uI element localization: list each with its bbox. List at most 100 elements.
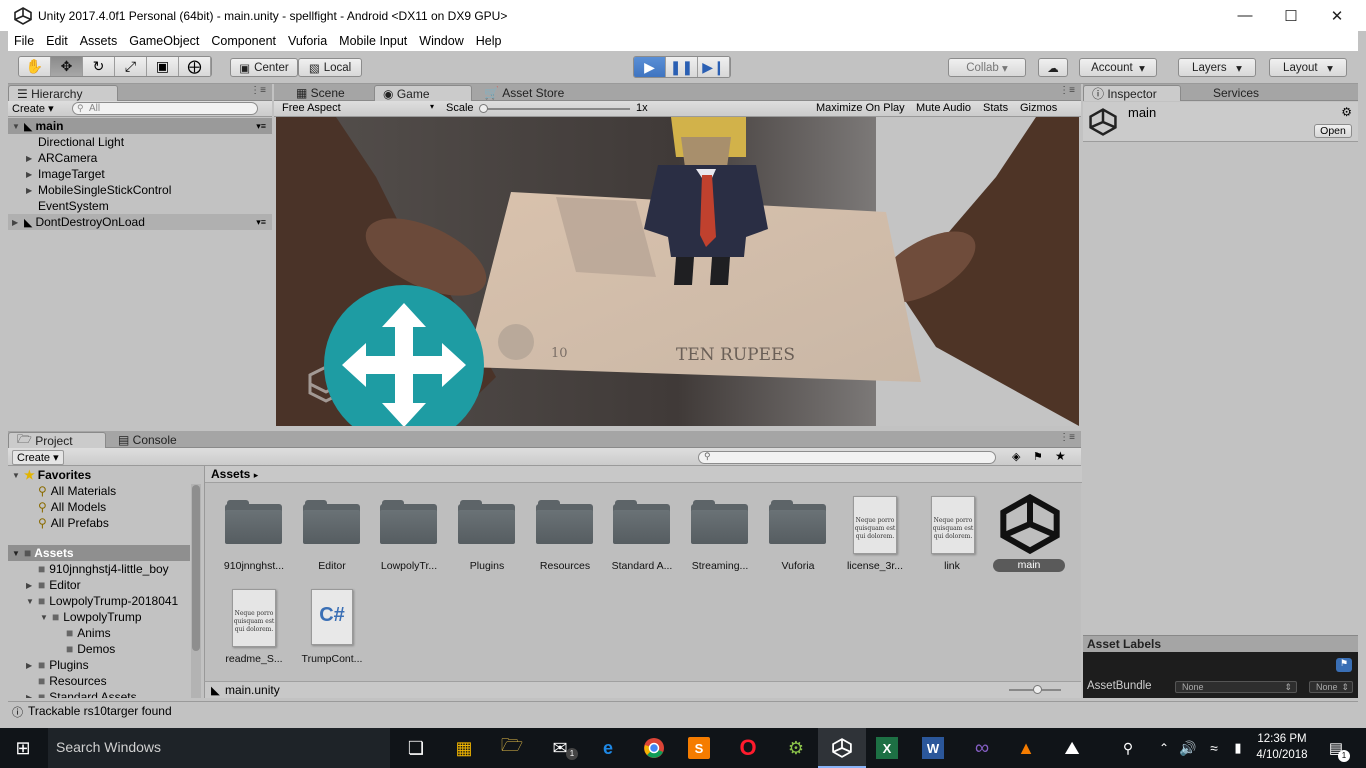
expand-triangle-icon[interactable]: ▼ [40,613,52,622]
task-view-icon[interactable]: ❏ [402,734,430,762]
minimize-button[interactable]: — [1222,0,1268,31]
word-icon[interactable]: W [922,737,944,759]
folder-asset[interactable] [536,500,594,544]
cloud-icon[interactable]: ☁ [1038,58,1068,77]
taskbar-search-input[interactable]: Search Windows [48,728,390,768]
menu-assets[interactable]: Assets [80,34,118,48]
menu-file[interactable]: File [14,34,34,48]
folder-asset[interactable] [225,500,283,544]
folder-asset[interactable] [380,500,438,544]
collapsed-triangle-icon[interactable]: ▶ [26,186,38,195]
tree-folder[interactable]: ▶ ■ Editor [26,577,81,593]
expand-triangle-icon[interactable]: ▼ [26,597,38,606]
account-dropdown[interactable]: Account ▾ [1079,58,1157,77]
scene-menu-icon[interactable]: ▾≡ [256,217,266,228]
scale-slider-thumb[interactable] [479,104,488,113]
panel-menu-icon[interactable]: ⋮≡ [250,85,266,96]
settings-gear-icon[interactable]: ⚙ [1341,105,1352,119]
hierarchy-create-button[interactable]: Create ▾ [12,102,54,115]
clock-date[interactable]: 4/10/2018 [1252,749,1312,761]
scene-menu-icon[interactable]: ▾≡ [256,121,266,132]
pause-icon[interactable]: ❚❚ [666,57,698,77]
maximize-button[interactable]: ☐ [1268,0,1314,31]
clock-time[interactable]: 12:36 PM [1252,733,1312,745]
panel-menu-icon[interactable]: ⋮≡ [1059,85,1075,96]
favorite-star-icon[interactable]: ★ [1055,449,1066,463]
assetbundle-variant-dropdown[interactable]: None ⇕ [1309,681,1353,693]
project-search-input[interactable]: ⚲ [698,451,996,464]
maximize-on-play-toggle[interactable]: Maximize On Play [816,102,905,114]
battery-icon[interactable]: ▮ [1224,734,1252,762]
text-document-icon[interactable]: Neque porro quisquam est qui dolorem. [931,496,975,554]
rect-tool-icon[interactable]: ▣ [147,57,179,76]
open-button[interactable]: Open [1314,124,1352,138]
tree-folder[interactable]: ■ Anims [66,625,111,641]
android-studio-icon[interactable]: ⚙ [782,734,810,762]
hand-tool-icon[interactable]: ✋ [19,57,51,76]
hierarchy-item[interactable]: EventSystem [38,198,109,214]
tree-folder[interactable]: ■ Demos [66,641,115,657]
photos-icon[interactable]: ⛰ [1058,734,1086,762]
aspect-dropdown[interactable]: Free Aspect [282,102,341,114]
store-icon[interactable]: ▦ [450,734,478,762]
pivot-center-button[interactable]: ▣ Center [230,58,298,77]
folder-asset[interactable] [613,500,671,544]
tree-folder[interactable]: ■ 910jnnghstj4-little_boy [38,561,169,577]
move-tool-icon[interactable]: ✥ [51,57,83,76]
collapsed-triangle-icon[interactable]: ▶ [26,661,38,670]
favorite-item[interactable]: ⚲ All Models [38,499,106,515]
tab-hierarchy[interactable]: ☰ Hierarchy [8,85,118,101]
menu-gameobject[interactable]: GameObject [129,34,199,48]
menu-edit[interactable]: Edit [46,34,68,48]
project-create-button[interactable]: Create ▾ [12,450,64,465]
people-icon[interactable]: ⚲ [1114,734,1142,762]
folder-asset[interactable] [458,500,516,544]
unity-taskbar-button[interactable] [818,728,866,768]
collapsed-triangle-icon[interactable]: ▶ [12,218,24,227]
sublime-text-icon[interactable]: S [688,737,710,759]
layers-dropdown[interactable]: Layers ▾ [1178,58,1256,77]
menu-vuforia[interactable]: Vuforia [288,34,327,48]
text-document-icon[interactable]: Neque porro quisquam est qui dolorem. [853,496,897,554]
collab-button[interactable]: Collab ▾ [948,58,1026,77]
folder-asset[interactable] [691,500,749,544]
status-message[interactable]: Trackable rs10targer found [28,704,172,718]
favorites-row[interactable]: ▼ ★ Favorites [12,467,91,483]
tab-console[interactable]: ▤ Console [110,432,185,448]
tab-project[interactable]: 🗁 Project [8,432,106,448]
volume-icon[interactable]: 🔊 [1174,734,1202,762]
menu-mobile-input[interactable]: Mobile Input [339,34,407,48]
scene-row[interactable]: ▼ ◣ main ▾≡ [8,118,272,134]
hierarchy-item[interactable]: ▶ MobileSingleStickControl [26,182,171,198]
hierarchy-search-input[interactable]: ⚲ All [72,102,258,115]
tree-scrollbar-thumb[interactable] [192,485,200,651]
folder-asset[interactable] [303,500,361,544]
icon-size-slider-thumb[interactable] [1033,685,1042,694]
stats-toggle[interactable]: Stats [983,102,1008,114]
opera-icon[interactable]: O [734,734,762,762]
menu-window[interactable]: Window [419,34,463,48]
folder-asset[interactable] [769,500,827,544]
tab-inspector[interactable]: ⓘ Inspector [1083,85,1181,101]
edge-browser-icon[interactable]: e [594,734,622,762]
expand-triangle-icon[interactable]: ▼ [12,549,24,558]
windows-start-icon[interactable]: ⊞ [9,734,37,762]
vlc-icon[interactable]: ▲ [1012,734,1040,762]
tree-folder[interactable]: ▼ ■ LowpolyTrump-2018041 [26,593,178,609]
expand-triangle-icon[interactable]: ▼ [12,471,24,480]
unity-scene-asset-icon[interactable] [1000,494,1060,554]
favorite-item[interactable]: ⚲ All Materials [38,483,116,499]
tree-folder[interactable]: ▶ ■ Standard Assets [26,689,137,698]
tab-services[interactable]: Services [1205,85,1267,101]
mute-audio-toggle[interactable]: Mute Audio [916,102,971,114]
filter-label-icon[interactable]: ⚑ [1033,450,1043,463]
scale-slider[interactable] [482,108,630,110]
play-icon[interactable]: ▶ [634,57,666,77]
scale-tool-icon[interactable]: ⤢ [115,57,147,76]
rotate-tool-icon[interactable]: ↻ [83,57,115,76]
hierarchy-item[interactable]: ▶ ARCamera [26,150,97,166]
collapsed-triangle-icon[interactable]: ▶ [26,693,38,699]
favorite-item[interactable]: ⚲ All Prefabs [38,515,109,531]
collapsed-triangle-icon[interactable]: ▶ [26,154,38,163]
ddol-row[interactable]: ▶ ◣ DontDestroyOnLoad ▾≡ [8,214,272,230]
